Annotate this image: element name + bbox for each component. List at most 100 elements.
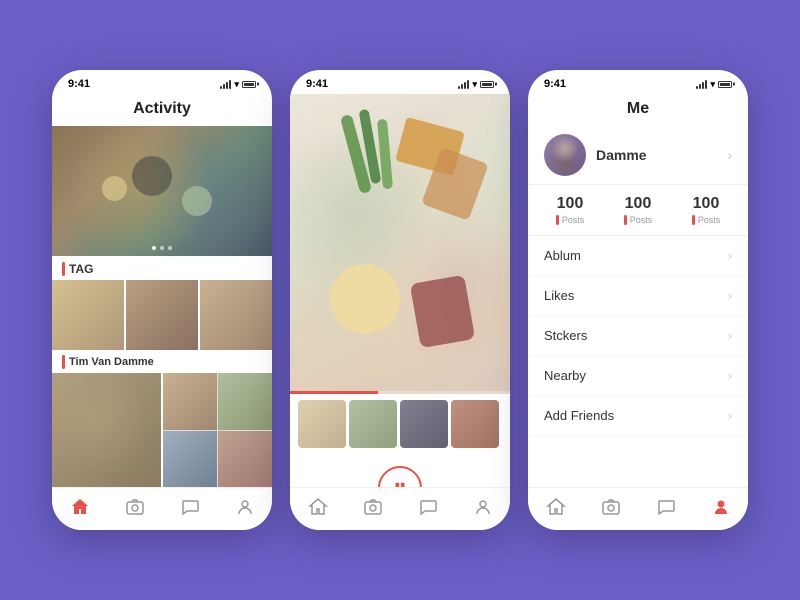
viewer-content: [290, 94, 510, 487]
phone-me: 9:41 ▾ Me Damme › 100 Posts: [528, 70, 748, 530]
stat-number-3: 100: [693, 195, 720, 213]
grid-photo-1[interactable]: [52, 280, 124, 350]
nav-chat-3[interactable]: [655, 496, 677, 518]
menu-label-nearby: Nearby: [544, 368, 586, 383]
menu-label-stickers: Stckers: [544, 328, 587, 343]
phone-viewer: 9:41 ▾: [290, 70, 510, 530]
bottom-photo-right[interactable]: [163, 373, 272, 487]
nav-profile-2[interactable]: [472, 496, 494, 518]
stat-label-2: Posts: [630, 215, 653, 225]
tag-label-1: TAG: [69, 262, 93, 276]
menu-chevron-nearby: ›: [728, 369, 732, 383]
thumb-3[interactable]: [400, 400, 448, 448]
nav-chat-1[interactable]: [179, 496, 201, 518]
red-bar-tag: [62, 262, 65, 276]
me-title: Me: [627, 100, 649, 117]
battery-icon-3: [718, 81, 732, 88]
menu-chevron-stickers: ›: [728, 329, 732, 343]
activity-title: Activity: [133, 100, 191, 118]
stat-label-3: Posts: [698, 215, 721, 225]
time-2: 9:41: [306, 78, 328, 90]
thumbnails-strip: [290, 394, 510, 454]
menu-item-likes[interactable]: Likes ›: [528, 276, 748, 316]
nav-profile-1[interactable]: [234, 496, 256, 518]
sub-photo-3[interactable]: [163, 431, 217, 488]
wifi-icon-1: ▾: [234, 79, 239, 90]
menu-item-add-friends[interactable]: Add Friends ›: [528, 396, 748, 436]
stat-dot-2: [624, 215, 627, 225]
grid-photo-3[interactable]: [200, 280, 272, 350]
stat-dot-3: [692, 215, 695, 225]
nav-camera-2[interactable]: [362, 496, 384, 518]
stat-label-row-2: Posts: [624, 215, 653, 225]
signal-icon-3: [696, 80, 707, 89]
stat-label-1: Posts: [562, 215, 585, 225]
thumb-1[interactable]: [298, 400, 346, 448]
nav-camera-1[interactable]: [124, 496, 146, 518]
bottom-nav-2: [290, 487, 510, 530]
menu-item-nearby[interactable]: Nearby ›: [528, 356, 748, 396]
profile-row[interactable]: Damme ›: [528, 126, 748, 185]
status-icons-2: ▾: [458, 79, 494, 90]
carousel-dots-1: [152, 246, 172, 250]
player-controls: [290, 454, 510, 487]
menu-chevron-add-friends: ›: [728, 409, 732, 423]
menu-chevron-likes: ›: [728, 289, 732, 303]
food-dark: [410, 275, 475, 349]
sub-photo-1[interactable]: [163, 373, 217, 430]
status-bar-2: 9:41 ▾: [290, 70, 510, 94]
nav-home-3[interactable]: [545, 496, 567, 518]
bottom-photos-1: [52, 373, 272, 487]
status-bar-1: 9:41 ▾: [52, 70, 272, 94]
stat-dot-1: [556, 215, 559, 225]
food-blob-1: [132, 156, 172, 196]
progress-fill: [290, 391, 378, 394]
bottom-nav-3: [528, 487, 748, 530]
wifi-icon-3: ▾: [710, 79, 715, 90]
thumb-4[interactable]: [451, 400, 499, 448]
avatar-image: [544, 134, 586, 176]
thumb-2[interactable]: [349, 400, 397, 448]
pause-button[interactable]: [378, 466, 422, 487]
nav-home-1[interactable]: [69, 496, 91, 518]
wifi-icon-2: ▾: [472, 79, 477, 90]
progress-bar: [290, 391, 510, 394]
food-blob-2: [102, 176, 127, 201]
activity-content: TAG Tim Van Damme: [52, 126, 272, 487]
grid-photo-2[interactable]: [126, 280, 198, 350]
me-header: Me: [528, 94, 748, 126]
time-3: 9:41: [544, 78, 566, 90]
menu-item-album[interactable]: Ablum ›: [528, 236, 748, 276]
hero-image-1[interactable]: [52, 126, 272, 256]
stat-1: 100 Posts: [556, 195, 585, 225]
menu-item-stickers[interactable]: Stckers ›: [528, 316, 748, 356]
nav-camera-3[interactable]: [600, 496, 622, 518]
bottom-photo-left[interactable]: [52, 373, 161, 487]
profile-chevron: ›: [727, 147, 732, 163]
menu-list: Ablum › Likes › Stckers › Nearby › Add F…: [528, 236, 748, 487]
nav-chat-2[interactable]: [417, 496, 439, 518]
menu-label-album: Ablum: [544, 248, 581, 263]
photo-overlay: [52, 373, 161, 487]
avatar: [544, 134, 586, 176]
sub-photo-4[interactable]: [218, 431, 272, 488]
main-photo[interactable]: [290, 94, 510, 394]
phone-activity: 9:41 ▾ Activity: [52, 70, 272, 530]
user-name-label: Tim Van Damme: [69, 356, 154, 368]
activity-header: Activity: [52, 94, 272, 126]
bottom-nav-1: [52, 487, 272, 530]
time-1: 9:41: [68, 78, 90, 90]
nav-home-2[interactable]: [307, 496, 329, 518]
grid-photos-1: [52, 280, 272, 350]
tag-row-1: TAG: [52, 256, 272, 280]
food-round: [330, 264, 400, 334]
stat-number-2: 100: [625, 195, 652, 213]
profile-name: Damme: [596, 147, 717, 163]
menu-label-likes: Likes: [544, 288, 574, 303]
stat-label-row-3: Posts: [692, 215, 721, 225]
stat-3: 100 Posts: [692, 195, 721, 225]
nav-profile-3-active[interactable]: [710, 496, 732, 518]
red-bar-name: [62, 355, 65, 369]
battery-icon-1: [242, 81, 256, 88]
sub-photo-2[interactable]: [218, 373, 272, 430]
